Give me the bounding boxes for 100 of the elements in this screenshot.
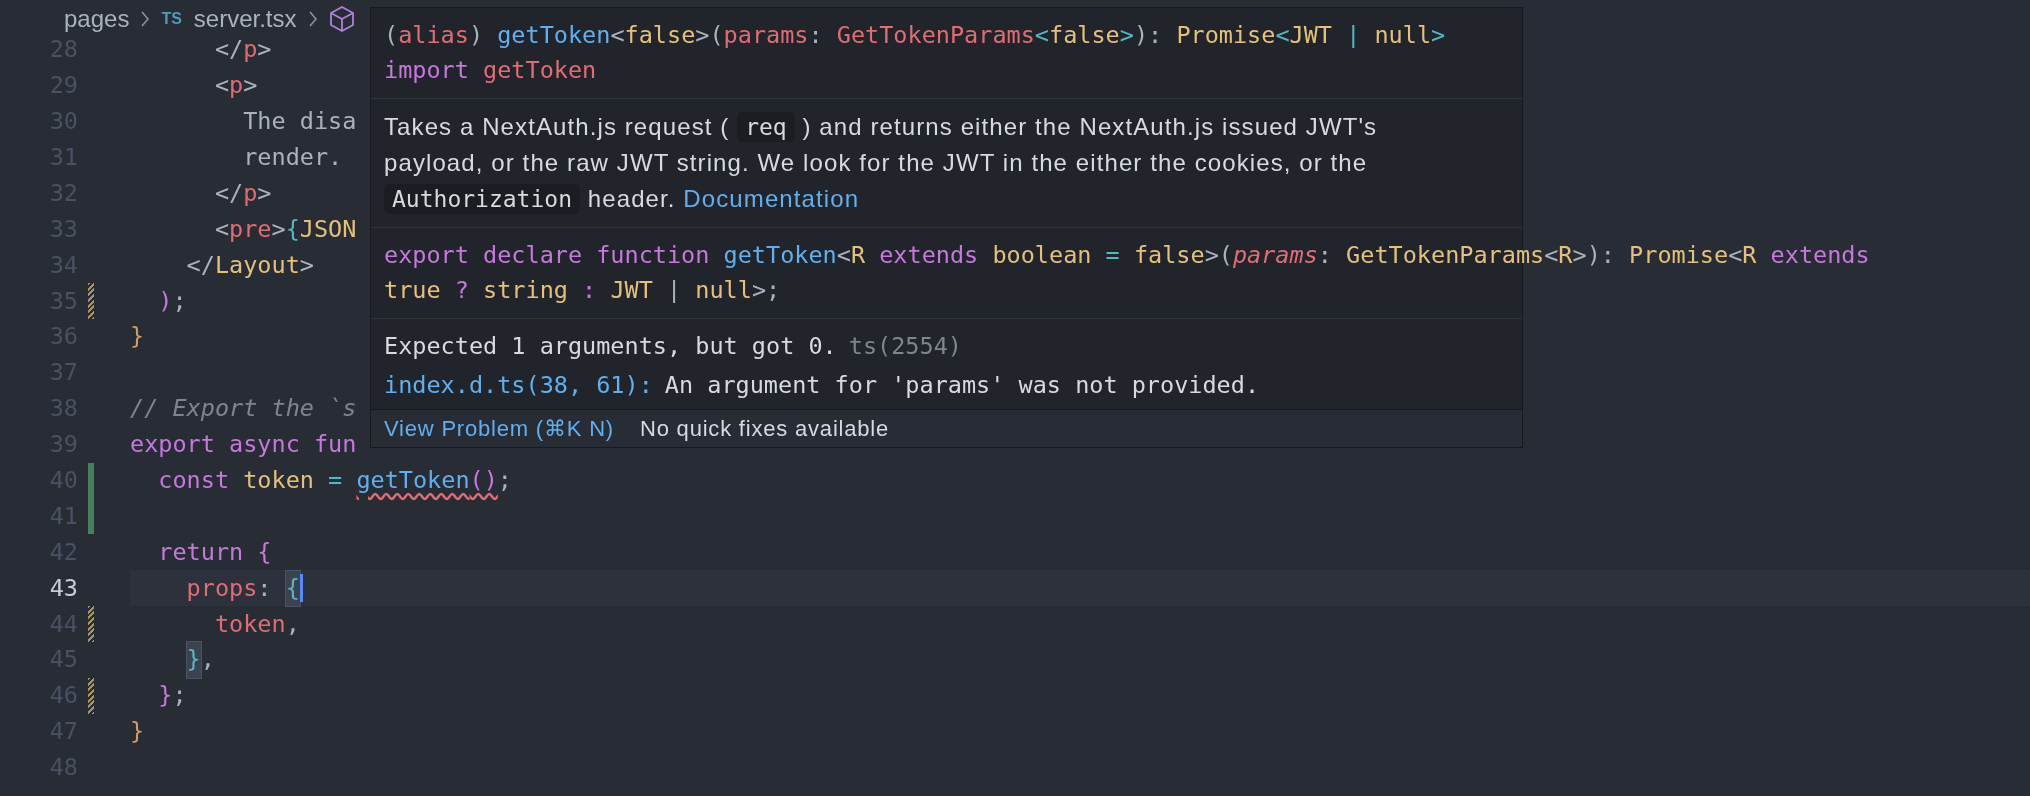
breadcrumb-item[interactable]: server.tsx xyxy=(193,1,297,37)
declaration-token: boolean xyxy=(992,240,1093,271)
signature-token: false xyxy=(624,20,696,51)
code-token: } xyxy=(130,716,145,748)
declaration-token: true xyxy=(384,275,442,306)
code-token: const xyxy=(158,465,231,496)
code-token: </ xyxy=(186,249,215,281)
signature-token: JWT xyxy=(1289,20,1334,51)
chevron-icon xyxy=(139,10,152,28)
code-token: pre xyxy=(229,213,272,245)
declaration-token: getToken xyxy=(723,240,837,271)
code-token: Layout xyxy=(214,249,300,281)
code-token: { xyxy=(285,213,300,245)
code-token: > xyxy=(271,213,286,245)
declaration-token: ? xyxy=(454,275,470,306)
documentation-link[interactable]: Documentation xyxy=(683,185,860,212)
declaration-token: Promise xyxy=(1629,240,1729,271)
code-token: token xyxy=(214,608,286,640)
code-token: : xyxy=(257,572,273,604)
declaration-token: < xyxy=(836,240,851,271)
code-token: return xyxy=(158,536,245,568)
code-token: > xyxy=(299,249,314,281)
signature-token: false xyxy=(1049,20,1120,51)
code-token: , xyxy=(285,608,300,640)
quick-fix-note: No quick fixes available xyxy=(639,415,890,443)
declaration-token: : xyxy=(1317,240,1333,271)
declaration-token: : xyxy=(582,275,598,306)
text-cursor xyxy=(299,574,303,603)
related-message: An argument for 'params' was not provided. xyxy=(664,370,1260,401)
signature-token: < xyxy=(610,20,625,51)
signature-token: Promise xyxy=(1176,20,1276,51)
declaration-token: extends xyxy=(1770,240,1870,271)
signature-token: >( xyxy=(695,20,724,51)
code-token: </ xyxy=(214,34,244,66)
declaration-token: >; xyxy=(751,275,781,306)
documentation-text: Takes a NextAuth.js request ( req ) and returns either the NextAuth.js issued JWT's payload, or the raw JWT string. We look for the JWT in the either the cookies, or the Authorization header. Documentation xyxy=(384,111,1379,216)
code-token: < xyxy=(214,213,230,245)
code-token: // Export the `s xyxy=(130,393,357,425)
code-token: p xyxy=(229,70,244,102)
declaration-token: JWT xyxy=(610,275,654,306)
code-token: p xyxy=(243,177,258,209)
code-token: getToken xyxy=(356,465,470,496)
line-number: 43 xyxy=(48,572,78,604)
signature-token: < xyxy=(1275,20,1290,51)
signature-token: ): xyxy=(1133,20,1164,51)
signature-token: | xyxy=(1346,20,1362,51)
signature-token: > xyxy=(1119,20,1134,51)
declaration-token: params xyxy=(1232,240,1318,271)
declaration-token: export declare function xyxy=(384,240,711,271)
signature-token: < xyxy=(1034,20,1049,51)
code-token: > xyxy=(243,70,258,102)
view-problem-link[interactable]: View Problem (⌘K N) xyxy=(384,412,614,445)
declaration-token: >): xyxy=(1572,240,1616,271)
code-token: ) xyxy=(158,285,173,317)
declaration-token: false xyxy=(1133,240,1205,271)
cube-icon[interactable] xyxy=(328,5,355,33)
declaration-token: null xyxy=(695,275,752,306)
declaration-token: < xyxy=(1728,240,1743,271)
code-token: } xyxy=(130,321,145,353)
signature-token: null xyxy=(1374,20,1432,51)
code-token: token xyxy=(243,465,315,496)
code-token: < xyxy=(214,70,230,102)
breadcrumb-item[interactable]: pages xyxy=(64,1,130,37)
code-token: { xyxy=(257,536,272,568)
code-token: } xyxy=(186,642,201,678)
error-code: ts(2554) xyxy=(848,331,962,362)
declaration-token: string xyxy=(483,275,569,306)
code-token: ; xyxy=(172,285,187,317)
signature-token: GetTokenParams xyxy=(836,20,1035,51)
code-token: </ xyxy=(214,177,244,209)
declaration-token: R xyxy=(1558,240,1573,271)
code-token: JSON xyxy=(299,213,357,245)
signature-token: ) xyxy=(468,20,485,51)
declaration-token: < xyxy=(1544,240,1559,271)
declaration-token: extends xyxy=(879,240,980,271)
code-token: The disa xyxy=(243,106,357,138)
signature-token: getToken xyxy=(497,20,611,51)
signature-token: : xyxy=(808,20,824,51)
code-token: } xyxy=(158,680,173,712)
code-token: ; xyxy=(497,465,512,496)
related-location-link[interactable]: index.d.ts(38, 61): xyxy=(384,366,653,405)
declaration-token: = xyxy=(1105,240,1121,271)
code-token: p xyxy=(243,34,258,66)
code-token: render. xyxy=(243,142,343,173)
code-token: props xyxy=(186,572,258,604)
signature-token: import xyxy=(384,55,470,86)
signature-token: ( xyxy=(384,20,399,51)
file-type-icon: TS xyxy=(161,7,182,31)
declaration-token: >( xyxy=(1204,240,1233,271)
code-token: ; xyxy=(172,680,187,712)
signature-token: getToken xyxy=(483,55,597,86)
signature-token: alias xyxy=(398,20,469,51)
signature-token: params xyxy=(723,20,809,51)
error-message: Expected 1 arguments, but got 0. xyxy=(384,331,837,362)
signature-token: > xyxy=(1431,20,1446,51)
declaration-token: R xyxy=(1742,240,1758,271)
declaration-token: R xyxy=(850,240,867,271)
code-token: export async fun xyxy=(130,429,357,461)
code-token: > xyxy=(257,177,272,209)
code-token: { xyxy=(285,570,300,606)
